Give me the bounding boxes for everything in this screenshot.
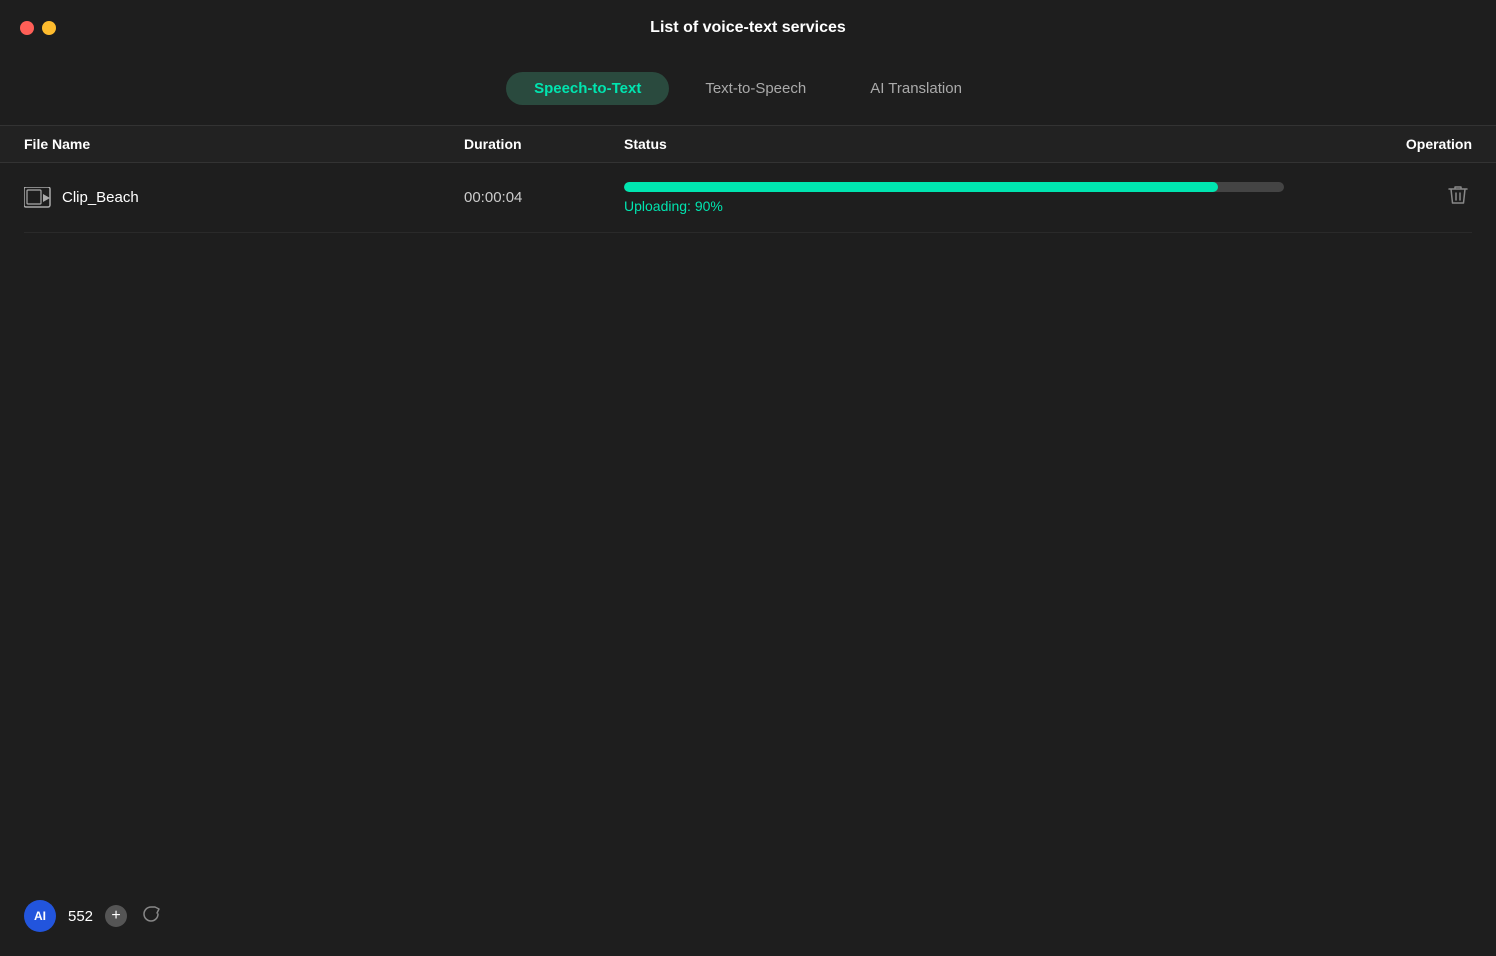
- tab-text-to-speech[interactable]: Text-to-Speech: [677, 72, 834, 105]
- progress-bar-container: [624, 182, 1284, 192]
- credit-count: 552: [68, 908, 93, 925]
- status-text: Uploading: 90%: [624, 198, 1392, 214]
- table-row: Clip_Beach 00:00:04 Uploading: 90%: [24, 163, 1472, 233]
- file-video-icon: [24, 187, 52, 209]
- tab-speech-to-text[interactable]: Speech-to-Text: [506, 72, 669, 105]
- trash-icon: [1448, 184, 1468, 206]
- filename-text: Clip_Beach: [62, 189, 139, 206]
- cell-operation: [1392, 180, 1472, 215]
- cell-duration: 00:00:04: [464, 189, 624, 206]
- cell-status: Uploading: 90%: [624, 182, 1392, 214]
- cell-filename: Clip_Beach: [24, 187, 464, 209]
- window-controls: [20, 21, 56, 35]
- tab-bar: Speech-to-Text Text-to-Speech AI Transla…: [0, 56, 1496, 125]
- progress-bar-fill: [624, 182, 1218, 192]
- delete-button[interactable]: [1444, 180, 1472, 215]
- refresh-icon: [141, 904, 161, 924]
- tab-ai-translation[interactable]: AI Translation: [842, 72, 990, 105]
- bottom-bar: AI 552 +: [24, 900, 163, 932]
- table-body: Clip_Beach 00:00:04 Uploading: 90%: [0, 163, 1496, 233]
- header-duration: Duration: [464, 136, 624, 152]
- header-operation: Operation: [1392, 136, 1472, 152]
- minimize-button[interactable]: [42, 21, 56, 35]
- table-header: File Name Duration Status Operation: [0, 125, 1496, 163]
- ai-badge: AI: [24, 900, 56, 932]
- page-title: List of voice-text services: [650, 19, 846, 37]
- header-status: Status: [624, 136, 1392, 152]
- close-button[interactable]: [20, 21, 34, 35]
- refresh-button[interactable]: [139, 902, 163, 931]
- header-filename: File Name: [24, 136, 464, 152]
- add-credits-button[interactable]: +: [105, 905, 127, 927]
- title-bar: List of voice-text services: [0, 0, 1496, 56]
